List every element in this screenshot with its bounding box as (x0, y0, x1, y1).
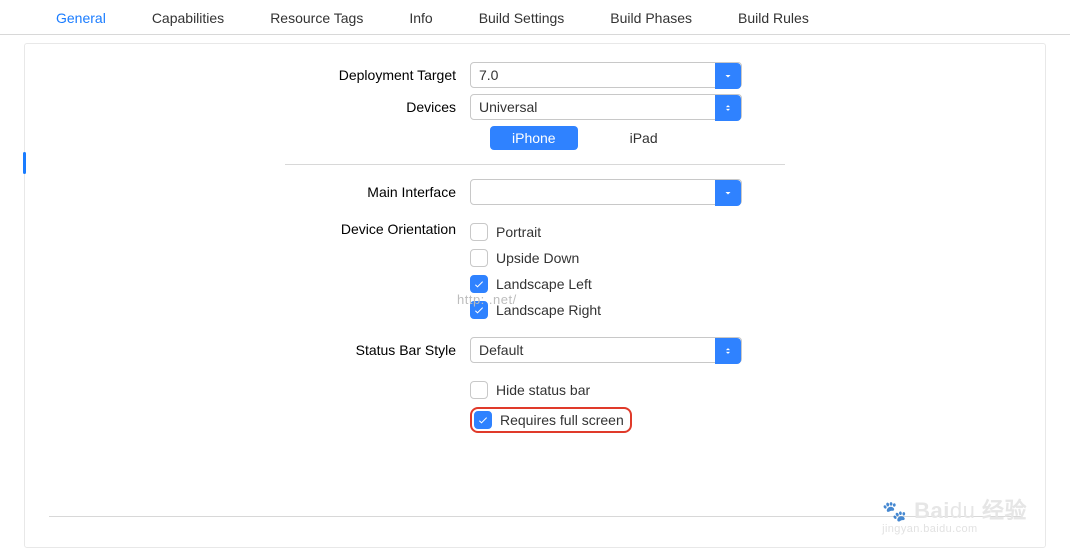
checkbox-icon (470, 223, 488, 241)
checkbox-checked-icon (470, 275, 488, 293)
watermark-logo: 🐾 Baidu 经验 jingyan.baidu.com (882, 500, 1027, 535)
watermark-brand: Bai (914, 498, 950, 523)
checkbox-checked-icon (470, 301, 488, 319)
tab-capabilities[interactable]: Capabilities (152, 10, 224, 26)
label-main-interface: Main Interface (25, 184, 470, 200)
orientation-upside-down-label: Upside Down (496, 250, 579, 266)
hide-status-bar-label: Hide status bar (496, 382, 590, 398)
checkbox-icon (470, 381, 488, 399)
checkbox-checked-icon (474, 411, 492, 429)
requires-full-screen-label: Requires full screen (500, 412, 624, 428)
tab-build-settings[interactable]: Build Settings (479, 10, 565, 26)
label-deployment-target: Deployment Target (25, 67, 470, 83)
orientation-portrait-label: Portrait (496, 224, 541, 240)
orientation-landscape-right[interactable]: Landscape Right (470, 301, 601, 319)
orientation-landscape-left[interactable]: Landscape Left (470, 275, 592, 293)
devices-select[interactable]: Universal (470, 94, 742, 120)
orientation-landscape-left-label: Landscape Left (496, 276, 592, 292)
orientation-upside-down[interactable]: Upside Down (470, 249, 579, 267)
status-bar-style-select[interactable]: Default (470, 337, 742, 363)
deployment-target-combo[interactable]: 7.0 (470, 62, 742, 88)
watermark-brand-suffix: 经验 (982, 498, 1027, 523)
watermark-subline: jingyan.baidu.com (882, 524, 1027, 535)
tab-general[interactable]: General (56, 10, 106, 26)
main-interface-combo[interactable] (470, 179, 742, 205)
tab-build-rules[interactable]: Build Rules (738, 10, 809, 26)
divider (49, 516, 1021, 517)
label-orientation: Device Orientation (25, 219, 470, 237)
updown-icon (715, 95, 741, 121)
deployment-target-value: 7.0 (479, 67, 498, 83)
tab-bar: General Capabilities Resource Tags Info … (0, 0, 1070, 35)
side-indicator (23, 152, 26, 174)
segment-iphone[interactable]: iPhone (490, 126, 578, 150)
chevron-down-icon (715, 63, 741, 89)
segment-ipad[interactable]: iPad (608, 126, 680, 150)
status-bar-style-value: Default (479, 342, 523, 358)
orientation-portrait[interactable]: Portrait (470, 223, 541, 241)
updown-icon (715, 338, 741, 364)
requires-full-screen-highlight: Requires full screen (470, 407, 632, 433)
devices-value: Universal (479, 99, 537, 115)
chevron-down-icon (715, 180, 741, 206)
tab-build-phases[interactable]: Build Phases (610, 10, 692, 26)
tab-info[interactable]: Info (409, 10, 432, 26)
paw-icon: 🐾 (882, 501, 907, 523)
editor-panel: Deployment Target 7.0 Devices Universal (24, 43, 1046, 548)
orientation-landscape-right-label: Landscape Right (496, 302, 601, 318)
label-status-bar-style: Status Bar Style (25, 342, 470, 358)
checkbox-icon (470, 249, 488, 267)
option-requires-full-screen[interactable]: Requires full screen (474, 411, 624, 429)
label-devices: Devices (25, 99, 470, 115)
option-hide-status-bar[interactable]: Hide status bar (470, 381, 590, 399)
divider (285, 164, 785, 165)
tab-resource-tags[interactable]: Resource Tags (270, 10, 363, 26)
device-segmented: iPhone iPad (490, 126, 680, 150)
